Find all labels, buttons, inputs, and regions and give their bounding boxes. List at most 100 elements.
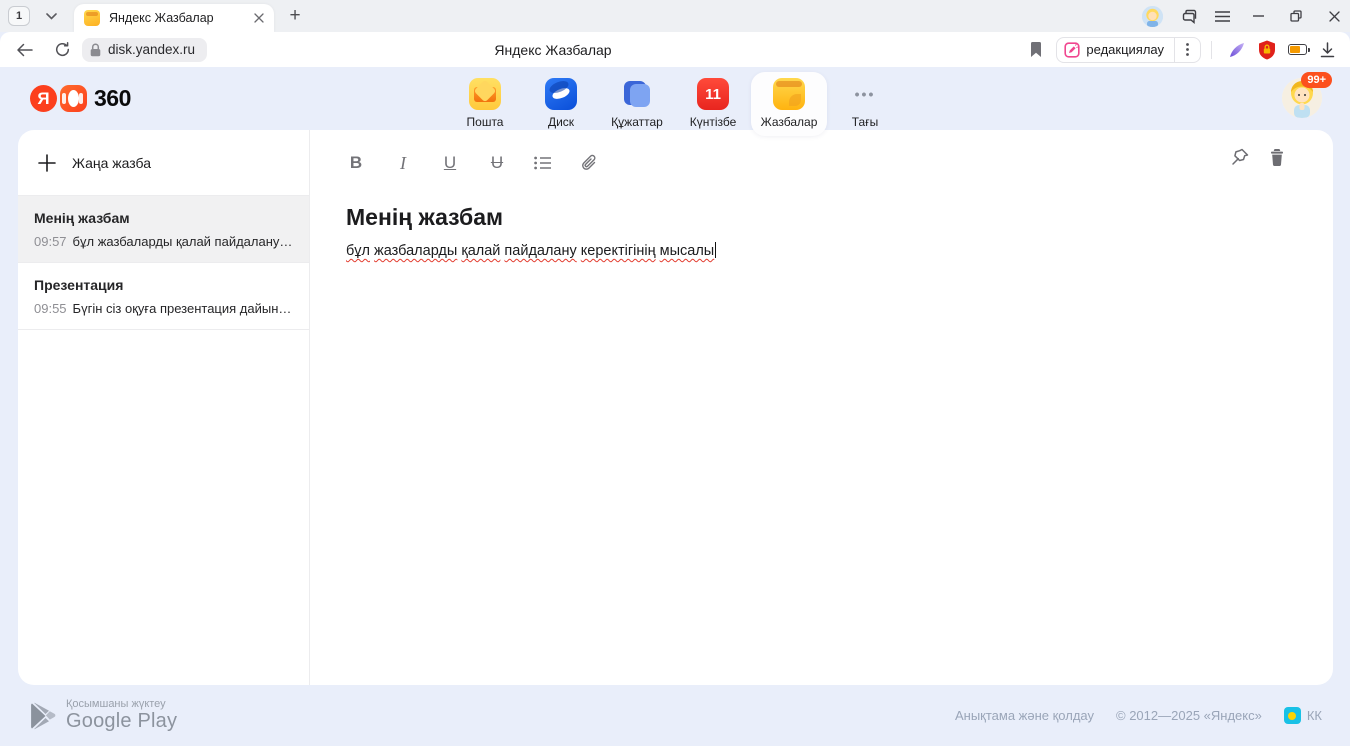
italic-button[interactable]: I — [393, 153, 413, 174]
google-play-caption: Қосымшаны жүктеу — [66, 698, 177, 710]
browser-tabstrip: 1 Яндекс Жазбалар + — [0, 0, 1350, 32]
user-avatar[interactable]: 99+ — [1282, 78, 1322, 118]
plus-icon — [38, 154, 56, 172]
app-label: Пошта — [467, 115, 504, 129]
edit-pill-menu-button[interactable] — [1174, 38, 1200, 62]
browser-addressbar: disk.yandex.ru Яндекс Жазбалар редакциял… — [0, 32, 1350, 67]
notifications-badge: 99+ — [1301, 72, 1332, 88]
app-item-more[interactable]: ••• Тағы — [827, 72, 903, 136]
minimize-icon — [1253, 15, 1264, 17]
google-play-label: Google Play — [66, 710, 177, 733]
main-content: Жаңа жазба Менің жазбам 09:57 бұл жазбал… — [0, 130, 1350, 685]
note-list-item-selected[interactable]: Менің жазбам 09:57 бұл жазбаларды қалай … — [18, 196, 309, 263]
back-arrow-icon — [16, 43, 33, 57]
kebab-menu-icon — [1186, 43, 1189, 56]
pin-note-button[interactable] — [1231, 148, 1249, 166]
app-item-notes-active[interactable]: Жазбалар — [751, 72, 827, 136]
calendar-app-icon: 11 — [697, 78, 729, 110]
side-panel-icon — [1181, 9, 1197, 24]
note-list-item[interactable]: Презентация 09:55 Бүгін сіз оқуға презен… — [18, 263, 309, 330]
app-label: Жазбалар — [761, 115, 818, 129]
tabs-panel-button[interactable] — [1181, 9, 1197, 24]
back-button[interactable] — [10, 37, 38, 63]
yandex360-logo[interactable]: Я 360 — [30, 85, 131, 112]
paperclip-icon — [581, 154, 598, 172]
delete-note-button[interactable] — [1269, 148, 1285, 166]
browser-menu-button[interactable] — [1215, 11, 1230, 22]
new-note-button[interactable]: Жаңа жазба — [18, 130, 309, 196]
tab-close-button[interactable] — [254, 13, 264, 23]
avatar-girl-icon — [1142, 6, 1163, 27]
google-play-link[interactable]: Қосымшаны жүктеу Google Play — [30, 698, 177, 733]
notes-app-icon — [773, 78, 805, 110]
browser-tab-active[interactable]: Яндекс Жазбалар — [74, 4, 274, 32]
app-item-mail[interactable]: Пошта — [447, 72, 523, 136]
app-item-calendar[interactable]: 11 Күнтізбе — [675, 72, 751, 136]
app-item-documents[interactable]: Құжаттар — [599, 72, 675, 136]
downloads-button[interactable] — [1312, 37, 1342, 63]
note-title[interactable]: Менің жазбам — [346, 204, 1311, 231]
browser-profile-avatar[interactable] — [1142, 6, 1163, 27]
notes-sidebar: Жаңа жазба Менің жазбам 09:57 бұл жазбал… — [18, 130, 310, 685]
mail-app-icon — [469, 78, 501, 110]
underline-button[interactable]: U — [440, 153, 460, 173]
restore-icon — [1290, 10, 1302, 22]
window-restore-button[interactable] — [1286, 10, 1306, 22]
url-text: disk.yandex.ru — [108, 42, 195, 57]
bold-button[interactable]: B — [346, 153, 366, 173]
app-label: Диск — [548, 115, 574, 129]
attach-button[interactable] — [581, 154, 601, 172]
pin-icon — [1231, 148, 1249, 166]
protect-shield-button[interactable] — [1252, 37, 1282, 63]
bullet-list-icon — [534, 156, 551, 170]
tab-title: Яндекс Жазбалар — [109, 11, 248, 25]
help-support-link[interactable]: Анықтама және қолдау — [955, 708, 1094, 723]
language-switcher[interactable]: КК — [1284, 707, 1322, 724]
reload-button[interactable] — [48, 37, 76, 63]
trash-icon — [1269, 148, 1285, 166]
page-footer: Қосымшаны жүктеу Google Play Анықтама жә… — [0, 685, 1350, 746]
format-toolbar: B I U U — [346, 148, 1311, 178]
yandex360-header: Я 360 Пошта Диск Құжаттар 11 Күнтізбе Жа… — [0, 67, 1350, 130]
app-item-disk[interactable]: Диск — [523, 72, 599, 136]
copilot-button[interactable] — [1222, 37, 1252, 63]
reload-icon — [55, 42, 70, 57]
bullet-list-button[interactable] — [534, 156, 554, 170]
yandex360-o-icon — [60, 85, 87, 112]
logo-360-text: 360 — [94, 85, 131, 112]
close-icon — [254, 13, 264, 23]
window-minimize-button[interactable] — [1248, 15, 1268, 17]
note-item-title: Презентация — [34, 277, 293, 293]
notes-app-card: Жаңа жазба Менің жазбам 09:57 бұл жазбал… — [18, 130, 1333, 685]
note-body[interactable]: бұл жазбаларды қалай пайдалану керектігі… — [346, 242, 1311, 259]
note-item-title: Менің жазбам — [34, 210, 293, 226]
quill-icon — [1228, 41, 1246, 59]
tab-counter-button[interactable]: 1 — [8, 6, 30, 26]
edit-mode-button[interactable]: редакциялау — [1057, 42, 1174, 58]
note-item-snippet: бұл жазбаларды қалай пайдалану ке... — [73, 234, 293, 249]
download-icon — [1320, 42, 1335, 58]
tab-list-chevron-button[interactable] — [38, 5, 64, 27]
battery-icon — [1288, 44, 1307, 55]
note-body-text: бұл жазбаларды қалай пайдалану керектігі… — [346, 243, 714, 259]
lock-icon — [90, 43, 101, 57]
battery-indicator[interactable] — [1282, 37, 1312, 63]
app-label: Тағы — [852, 115, 878, 129]
google-play-icon — [30, 702, 56, 730]
edit-pencil-icon — [1064, 42, 1080, 58]
new-tab-button[interactable]: + — [282, 3, 308, 29]
close-icon — [1329, 11, 1340, 22]
edit-mode-label: редакциялау — [1086, 42, 1164, 57]
note-item-time: 09:57 — [34, 234, 67, 249]
url-field[interactable]: disk.yandex.ru — [82, 38, 207, 62]
bookmark-button[interactable] — [1030, 42, 1042, 57]
toolbar-separator — [1211, 41, 1212, 59]
app-switcher: Пошта Диск Құжаттар 11 Күнтізбе Жазбалар… — [447, 72, 903, 136]
notes-favicon-icon — [84, 10, 100, 26]
window-close-button[interactable] — [1324, 11, 1344, 22]
app-label: Құжаттар — [611, 115, 663, 129]
note-item-snippet: Бүгін сіз оқуға презентация дайында... — [73, 301, 293, 316]
shield-lock-icon — [1258, 40, 1276, 60]
copyright-text: © 2012—2025 «Яндекс» — [1116, 708, 1262, 723]
strikethrough-button[interactable]: U — [487, 153, 507, 173]
